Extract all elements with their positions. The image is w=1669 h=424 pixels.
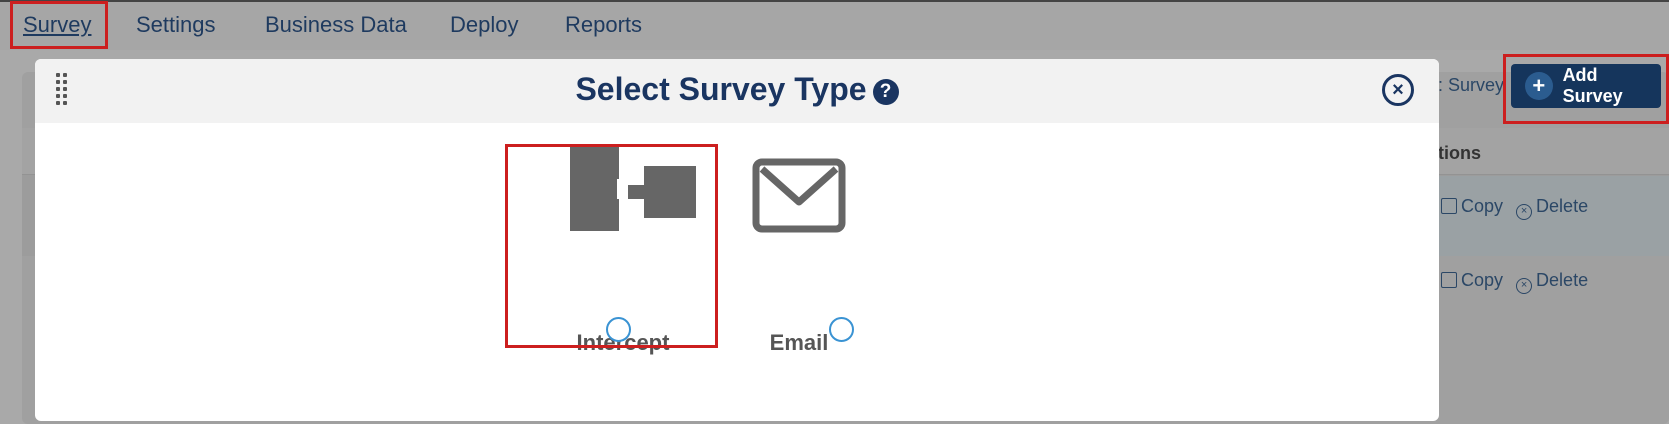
row-2-actions: Copy × Delete xyxy=(1441,270,1588,294)
envelope-icon xyxy=(752,158,846,233)
modal-header: Select Survey Type? × xyxy=(35,59,1439,123)
radio-email[interactable] xyxy=(829,317,854,342)
row-1-actions: Copy × Delete xyxy=(1441,196,1588,220)
highlight-add-survey xyxy=(1503,54,1669,124)
nav-reports[interactable]: Reports xyxy=(565,12,642,38)
copy-icon xyxy=(1441,272,1457,288)
delete-icon: × xyxy=(1516,204,1533,220)
copy-link-row-1[interactable]: Copy xyxy=(1441,196,1503,216)
close-button[interactable]: × xyxy=(1382,74,1414,106)
highlight-intercept-option xyxy=(505,144,718,348)
option-email[interactable]: Email xyxy=(748,123,958,355)
select-survey-type-modal: Select Survey Type? × Intercept Email xyxy=(35,59,1439,421)
delete-link-row-1[interactable]: × Delete xyxy=(1516,196,1588,220)
highlight-survey-tab xyxy=(10,1,108,49)
copy-icon xyxy=(1441,198,1457,214)
actions-column-header: tions xyxy=(1438,143,1481,163)
help-icon[interactable]: ? xyxy=(872,79,899,105)
modal-title: Select Survey Type? xyxy=(35,71,1439,108)
option-label-email: Email xyxy=(769,330,829,355)
nav-settings[interactable]: Settings xyxy=(136,12,216,38)
background-toolbar-text: : Survey xyxy=(1438,75,1505,95)
delete-link-row-2[interactable]: × Delete xyxy=(1516,270,1588,294)
copy-link-row-2[interactable]: Copy xyxy=(1441,270,1503,290)
nav-deploy[interactable]: Deploy xyxy=(450,12,518,38)
top-nav: Survey Settings Business Data Deploy Rep… xyxy=(0,0,1669,50)
delete-icon: × xyxy=(1516,278,1533,294)
nav-business-data[interactable]: Business Data xyxy=(265,12,407,38)
